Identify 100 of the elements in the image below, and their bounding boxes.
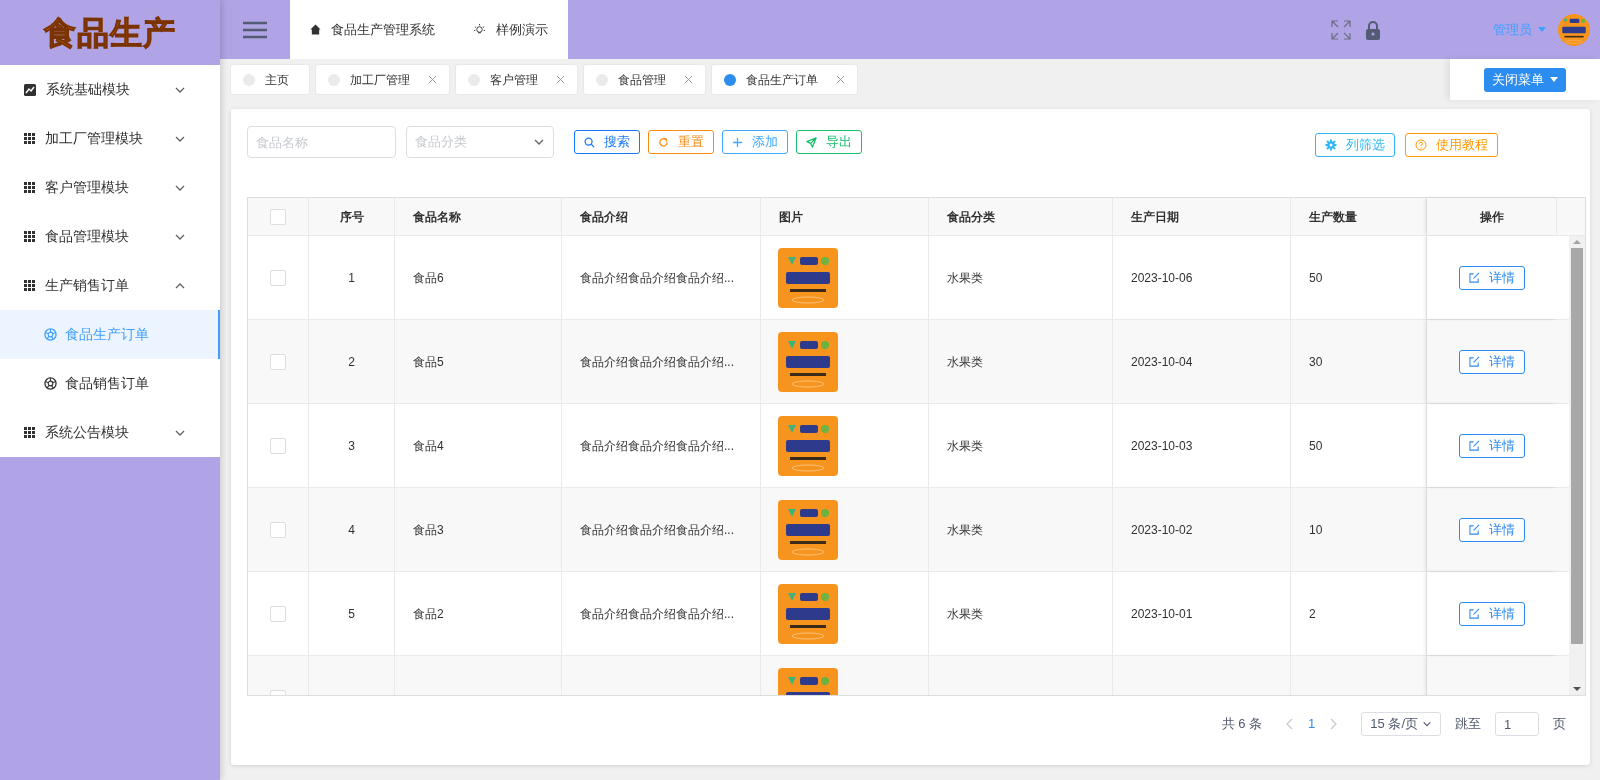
- table-cell-text: 2023-10-06: [1131, 269, 1193, 287]
- page-size-select[interactable]: 15 条/页: [1361, 712, 1441, 736]
- app-logo: 食品生产: [44, 13, 176, 53]
- table-cell-text: 2023-10-02: [1131, 521, 1193, 539]
- aperture-icon: [44, 328, 57, 341]
- send-icon: [806, 136, 817, 148]
- lock-icon[interactable]: [1365, 19, 1381, 40]
- page-unit: 页: [1553, 715, 1566, 734]
- details-button[interactable]: 详情: [1459, 517, 1525, 542]
- details-button[interactable]: 详情: [1459, 349, 1525, 374]
- column-header: 生产数量: [1309, 208, 1357, 226]
- table-cell-text: 食品5: [413, 353, 444, 371]
- table-cell-text: 2: [1309, 605, 1316, 623]
- page-tab[interactable]: 主页: [230, 64, 310, 95]
- close-icon[interactable]: [684, 75, 693, 84]
- details-button[interactable]: 详情: [1459, 601, 1525, 626]
- search-icon: [584, 136, 595, 148]
- total-count: 共 6 条: [1221, 715, 1263, 734]
- table-cell-text: 食品3: [413, 521, 444, 539]
- prev-page-icon[interactable]: [1286, 718, 1295, 730]
- table-cell-text: 食品6: [413, 269, 444, 287]
- page-tab[interactable]: 客户管理: [455, 64, 578, 95]
- select-all-checkbox[interactable]: [270, 208, 286, 225]
- row-checkbox[interactable]: [270, 437, 286, 454]
- table-cell-text: 水果类: [947, 353, 983, 371]
- lightbulb-icon: [473, 23, 486, 36]
- fullscreen-icon[interactable]: [1331, 19, 1351, 40]
- edit-icon: [1469, 440, 1480, 451]
- refresh-icon: [658, 136, 669, 148]
- top-nav-link[interactable]: 食品生产管理系统: [310, 19, 435, 40]
- table-cell-text: 食品2: [413, 605, 444, 623]
- edit-icon: [1469, 608, 1480, 619]
- table-cell-text: 2023-10-03: [1131, 437, 1193, 455]
- row-checkbox[interactable]: [270, 353, 286, 370]
- table-cell-text: 3: [348, 437, 355, 455]
- scrollbar[interactable]: [1569, 236, 1585, 695]
- edit-icon: [1469, 356, 1480, 367]
- table-cell-text: 食品介绍食品介绍食品介绍...: [580, 605, 734, 623]
- table-cell-text: 2: [348, 353, 355, 371]
- column-header: 生产日期: [1131, 208, 1179, 226]
- column-header: 食品名称: [413, 208, 461, 226]
- row-checkbox[interactable]: [270, 521, 286, 538]
- sidebar-item[interactable]: 客户管理模块: [0, 163, 220, 212]
- chart-icon: [24, 83, 36, 96]
- row-checkbox[interactable]: [270, 269, 286, 286]
- table-cell-text: 4: [348, 521, 355, 539]
- sidebar-item[interactable]: 食品管理模块: [0, 212, 220, 261]
- menu-icon[interactable]: [243, 20, 267, 39]
- page-jump-field[interactable]: 1: [1495, 712, 1539, 736]
- table-cell-text: 水果类: [947, 605, 983, 623]
- table-cell-text: 食品介绍食品介绍食品介绍...: [580, 353, 734, 371]
- grid-icon: [24, 133, 35, 144]
- chevron-down-icon: [1422, 719, 1432, 729]
- table-cell-text: 食品4: [413, 437, 444, 455]
- table-cell-text: 水果类: [947, 437, 983, 455]
- close-icon[interactable]: [836, 75, 845, 84]
- close-icon[interactable]: [428, 75, 437, 84]
- sidebar-item[interactable]: 生产销售订单: [0, 261, 220, 310]
- details-button[interactable]: 详情: [1459, 265, 1525, 290]
- table-cell-text: 10: [1309, 521, 1323, 539]
- page-tab[interactable]: 加工厂管理: [315, 64, 450, 95]
- table-cell-text: 食品介绍食品介绍食品介绍...: [580, 269, 734, 287]
- table-cell-text: 食品介绍食品介绍食品介绍...: [580, 437, 734, 455]
- plus-icon: [732, 136, 743, 148]
- column-header: 食品介绍: [580, 208, 628, 226]
- sidebar-item[interactable]: 系统基础模块: [0, 65, 220, 114]
- home-icon: [310, 24, 321, 35]
- table-cell-text: 1: [348, 269, 355, 287]
- grid-icon: [24, 231, 35, 242]
- table-cell-text: 水果类: [947, 269, 983, 287]
- sidebar-subitem[interactable]: 食品销售订单: [0, 359, 220, 408]
- sidebar-item[interactable]: 系统公告模块: [0, 408, 220, 457]
- close-icon[interactable]: [556, 75, 565, 84]
- column-header: 食品分类: [947, 208, 995, 226]
- table-cell-text: 2023-10-04: [1131, 353, 1193, 371]
- edit-icon: [1469, 524, 1480, 535]
- column-header: 图片: [779, 208, 803, 226]
- edit-icon: [1469, 272, 1480, 283]
- grid-icon: [24, 427, 35, 438]
- page-tab[interactable]: 食品生产订单: [711, 64, 858, 95]
- top-nav-link[interactable]: 样例演示: [473, 19, 548, 40]
- search-button[interactable]: 搜索: [574, 130, 640, 154]
- table-cell-text: 50: [1309, 437, 1323, 455]
- jump-label: 跳至: [1455, 715, 1481, 734]
- next-page-icon[interactable]: [1329, 718, 1338, 730]
- aperture-icon: [44, 377, 57, 390]
- sidebar-item[interactable]: 加工厂管理模块: [0, 114, 220, 163]
- gear-icon: [1325, 139, 1337, 151]
- row-checkbox[interactable]: [270, 605, 286, 622]
- caret-icon: [1538, 27, 1546, 32]
- page-tab[interactable]: 食品管理: [583, 64, 706, 95]
- table-cell-text: 50: [1309, 269, 1323, 287]
- table-cell-text: 30: [1309, 353, 1323, 371]
- grid-icon: [24, 280, 35, 291]
- caret-icon: [1550, 77, 1558, 82]
- table-cell-text: 5: [348, 605, 355, 623]
- table-cell-text: 食品介绍食品介绍食品介绍...: [580, 521, 734, 539]
- details-button[interactable]: 详情: [1459, 433, 1525, 458]
- column-header: 操作: [1479, 208, 1504, 226]
- table-cell-text: 2023-10-01: [1131, 605, 1193, 623]
